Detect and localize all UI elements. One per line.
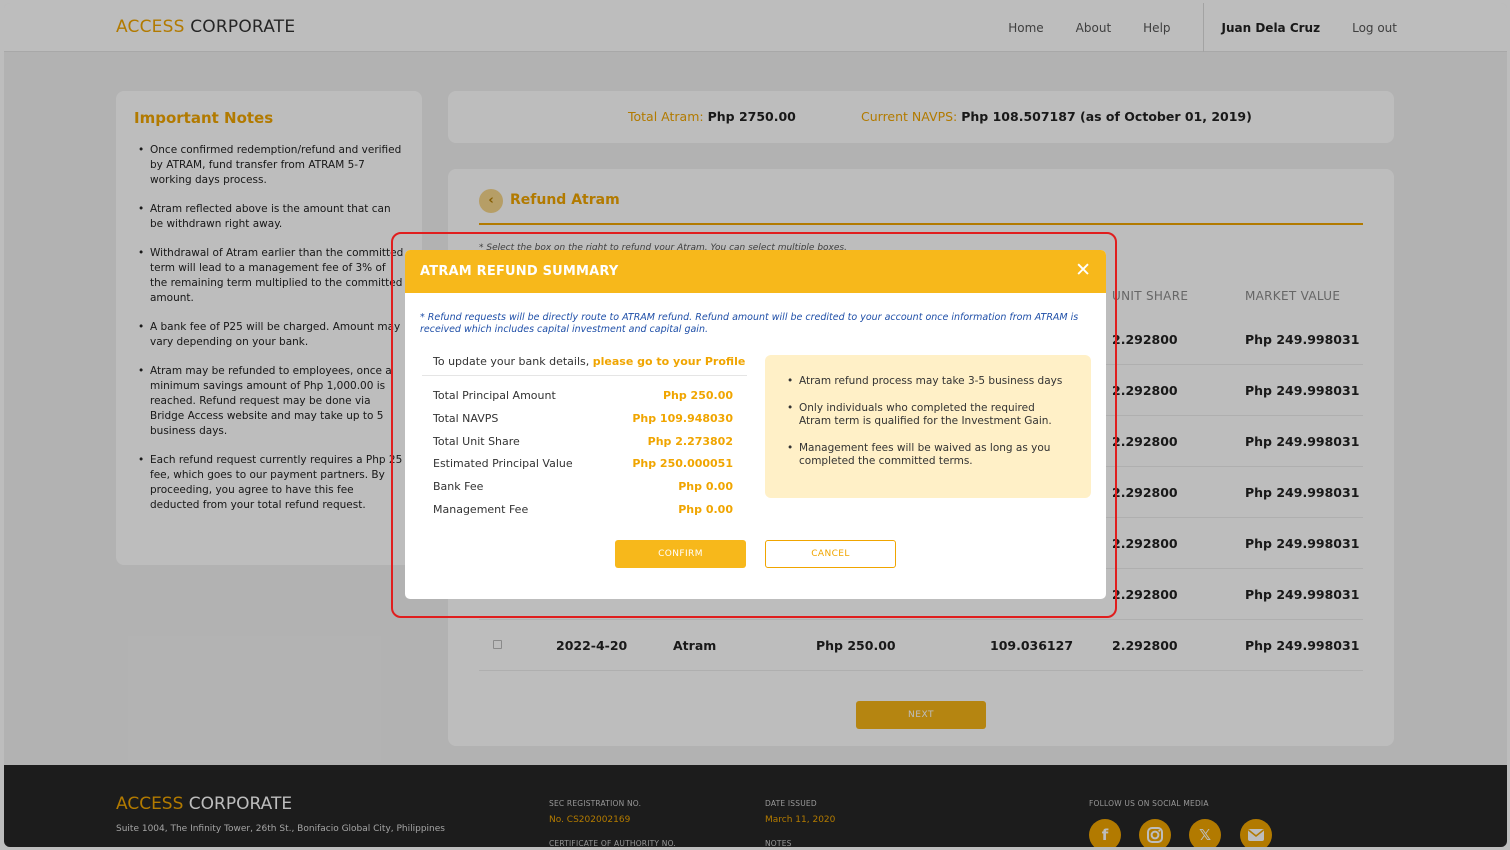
highlight-outline	[391, 232, 1117, 618]
